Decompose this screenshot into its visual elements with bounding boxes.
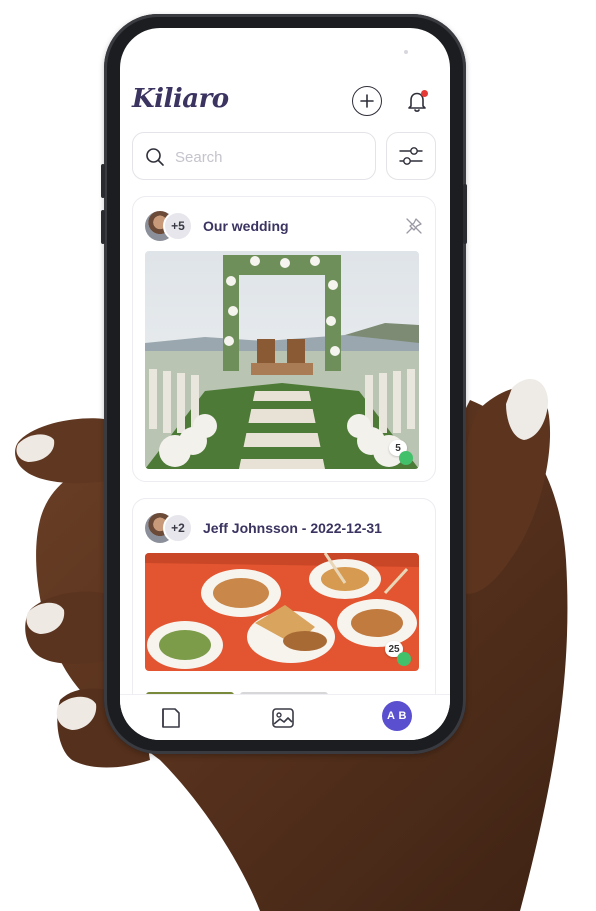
album-header: +5 Our wedding xyxy=(145,211,425,243)
search-bar[interactable] xyxy=(132,132,376,180)
volume-button xyxy=(101,164,105,198)
album-title: Jeff Johnsson - 2022-12-31 xyxy=(203,520,382,536)
search-input[interactable] xyxy=(173,145,367,169)
phone-frame: Kiliaro Search +5 Our wedding 5 +2 Jeff … xyxy=(101,14,467,754)
album-icon xyxy=(162,708,180,728)
power-button xyxy=(463,184,467,244)
app-header: Kiliaro xyxy=(120,84,450,124)
pin-icon[interactable] xyxy=(405,217,423,235)
camera-dot xyxy=(404,50,408,54)
bell-icon xyxy=(408,92,426,112)
plus-icon xyxy=(360,94,374,108)
gallery-icon xyxy=(272,708,294,728)
album-cover-photo[interactable]: 25 xyxy=(145,553,419,671)
wedding-photo xyxy=(145,251,419,469)
nav-albums[interactable] xyxy=(156,703,186,733)
album-cover-photo[interactable]: 5 xyxy=(145,251,419,469)
album-header: +2 Jeff Johnsson - 2022-12-31 xyxy=(145,513,425,545)
album-title: Our wedding xyxy=(203,218,289,234)
add-button[interactable] xyxy=(352,86,382,116)
nav-gallery[interactable] xyxy=(268,703,298,733)
new-indicator xyxy=(399,451,413,465)
filter-icon xyxy=(399,147,423,165)
user-avatar[interactable]: A B xyxy=(382,701,412,731)
member-count: +5 xyxy=(163,211,193,241)
album-card[interactable]: +2 Jeff Johnsson - 2022-12-31 25 xyxy=(132,498,436,708)
new-indicator xyxy=(397,652,411,666)
notification-dot xyxy=(421,90,428,97)
notifications-button[interactable] xyxy=(402,86,432,116)
filter-button[interactable] xyxy=(386,132,436,180)
search-icon xyxy=(146,148,164,166)
bottom-navigation: A B xyxy=(120,694,450,740)
app-screen: Kiliaro Search +5 Our wedding 5 +2 Jeff … xyxy=(120,28,450,740)
app-logo: Kiliaro xyxy=(132,84,229,114)
member-count: +2 xyxy=(163,513,193,543)
volume-button xyxy=(101,210,105,244)
food-photo xyxy=(145,553,419,671)
album-card[interactable]: +5 Our wedding 5 xyxy=(132,196,436,482)
